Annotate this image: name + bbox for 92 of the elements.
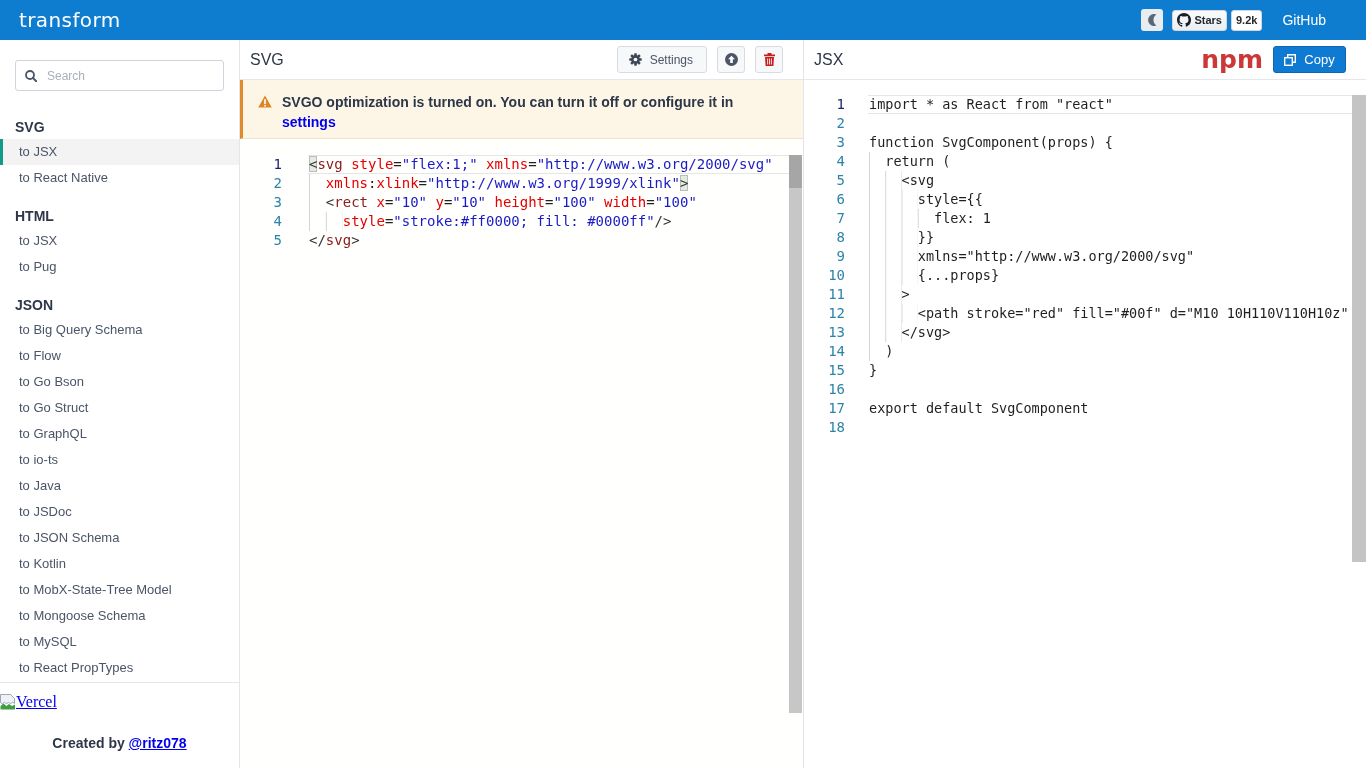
sidebar-item[interactable]: to Go Bson (0, 369, 239, 395)
sidebar-item[interactable]: to io-ts (0, 447, 239, 473)
github-link[interactable]: GitHub (1282, 12, 1326, 28)
sidebar-item[interactable]: to GraphQL (0, 421, 239, 447)
github-icon (1177, 13, 1192, 27)
code-line: import * as React from "react" (868, 95, 1113, 114)
line-number: 1 (836, 96, 845, 112)
line-number: 16 (828, 381, 845, 397)
line-number: 12 (828, 305, 845, 321)
code-line: <rect x="10" y="10" height="100" width="100" (308, 193, 697, 212)
notice-text: SVGO optimization is turned on. You can turn it off or configure it in settings (282, 93, 735, 132)
sidebar-item[interactable]: to Flow (0, 343, 239, 369)
moon-icon (1147, 14, 1157, 26)
panel-title: JSX (814, 50, 844, 69)
sidebar-item[interactable]: to JSDoc (0, 499, 239, 525)
line-number: 9 (836, 248, 845, 264)
gear-icon (628, 53, 642, 66)
copy-button[interactable]: Copy (1273, 46, 1346, 73)
panel-title: SVG (250, 50, 284, 69)
sidebar-item[interactable]: to MobX-State-Tree Model (0, 577, 239, 603)
arrow-up-circle-icon (724, 53, 738, 66)
line-number: 6 (836, 191, 845, 207)
sidebar-item[interactable]: to Kotlin (0, 551, 239, 577)
code-line: flex: 1 (868, 209, 991, 228)
github-stars-button[interactable]: Stars (1172, 9, 1227, 31)
sidebar-item[interactable]: to JSX (0, 228, 239, 254)
npm-logo[interactable]: npm (1201, 44, 1263, 75)
search-icon (25, 70, 37, 82)
line-number: 10 (828, 267, 845, 283)
code-line: > (868, 285, 910, 304)
warning-icon (258, 95, 272, 108)
code-line: xmlns="http://www.w3.org/2000/svg" (868, 247, 1195, 266)
line-number: 15 (828, 362, 845, 378)
settings-link[interactable]: settings (282, 114, 336, 130)
line-number: 3 (273, 194, 282, 210)
line-number: 4 (836, 153, 845, 169)
code-line: </svg> (308, 231, 360, 250)
line-number: 2 (273, 175, 282, 191)
code-line: style={{ (868, 190, 983, 209)
code-line: xmlns:xlink="http://www.w3.org/1999/xlink"> (308, 174, 689, 193)
section-heading: HTML (15, 208, 54, 224)
scrollbar[interactable] (789, 155, 802, 713)
section-heading: SVG (15, 119, 45, 135)
code-line: </svg> (868, 323, 951, 342)
search-field[interactable]: Search (15, 60, 224, 91)
sidebar-item[interactable]: to Pug (0, 254, 239, 280)
credit-text: Created by @ritz078 (52, 735, 187, 751)
line-number: 8 (836, 229, 845, 245)
trash-icon (763, 53, 775, 66)
line-number: 3 (836, 134, 845, 150)
code-line: {...props} (868, 266, 1000, 285)
line-number: 14 (828, 343, 845, 359)
sidebar-item[interactable]: to JSX (0, 139, 239, 165)
line-number: 18 (828, 419, 845, 435)
sidebar-item[interactable]: to JSON Schema (0, 525, 239, 551)
sidebar-item[interactable]: to MySQL (0, 629, 239, 655)
upload-button[interactable] (717, 46, 745, 73)
code-line: function SvgComponent(props) { (868, 133, 1113, 152)
code-line: ) (868, 342, 894, 361)
line-number: 2 (836, 115, 845, 131)
code-line: return ( (868, 152, 951, 171)
author-link[interactable]: @ritz078 (128, 735, 187, 751)
sidebar-item[interactable]: to React Native (0, 165, 239, 191)
theme-toggle-button[interactable] (1141, 9, 1164, 31)
line-number: 17 (828, 400, 845, 416)
delete-button[interactable] (755, 46, 783, 73)
code-line: <svg style="flex:1;" xmlns="http://www.w3.org/2000/svg" (308, 155, 773, 174)
star-count[interactable]: 9.2k (1231, 9, 1263, 31)
copy-icon (1284, 53, 1297, 66)
sidebar-item[interactable]: to React PropTypes (0, 655, 239, 681)
line-number: 7 (836, 210, 845, 226)
code-line: export default SvgComponent (868, 399, 1089, 418)
line-number: 1 (273, 156, 282, 172)
code-line: style="stroke:#ff0000; fill: #0000ff"/> (308, 212, 672, 231)
vercel-link[interactable]: Vercel (0, 693, 57, 711)
app-logo[interactable]: transform (19, 8, 121, 32)
sidebar-item[interactable]: to Big Query Schema (0, 317, 239, 343)
settings-button[interactable]: Settings (616, 46, 707, 73)
code-line: }} (868, 228, 935, 247)
section-heading: JSON (15, 297, 54, 313)
line-number: 11 (828, 286, 845, 302)
code-line: } (868, 361, 878, 380)
sidebar-item[interactable]: to Java (0, 473, 239, 499)
line-number: 13 (828, 324, 845, 340)
code-line: <svg (868, 171, 935, 190)
broken-image-icon (0, 694, 16, 710)
line-number: 5 (836, 172, 845, 188)
line-number: 5 (273, 232, 282, 248)
code-line: <path stroke="red" fill="#00f" d="M10 10H110V110H10z" (868, 304, 1349, 323)
sidebar-item[interactable]: to Go Struct (0, 395, 239, 421)
line-number: 4 (273, 213, 282, 229)
sidebar-item[interactable]: to Mongoose Schema (0, 603, 239, 629)
